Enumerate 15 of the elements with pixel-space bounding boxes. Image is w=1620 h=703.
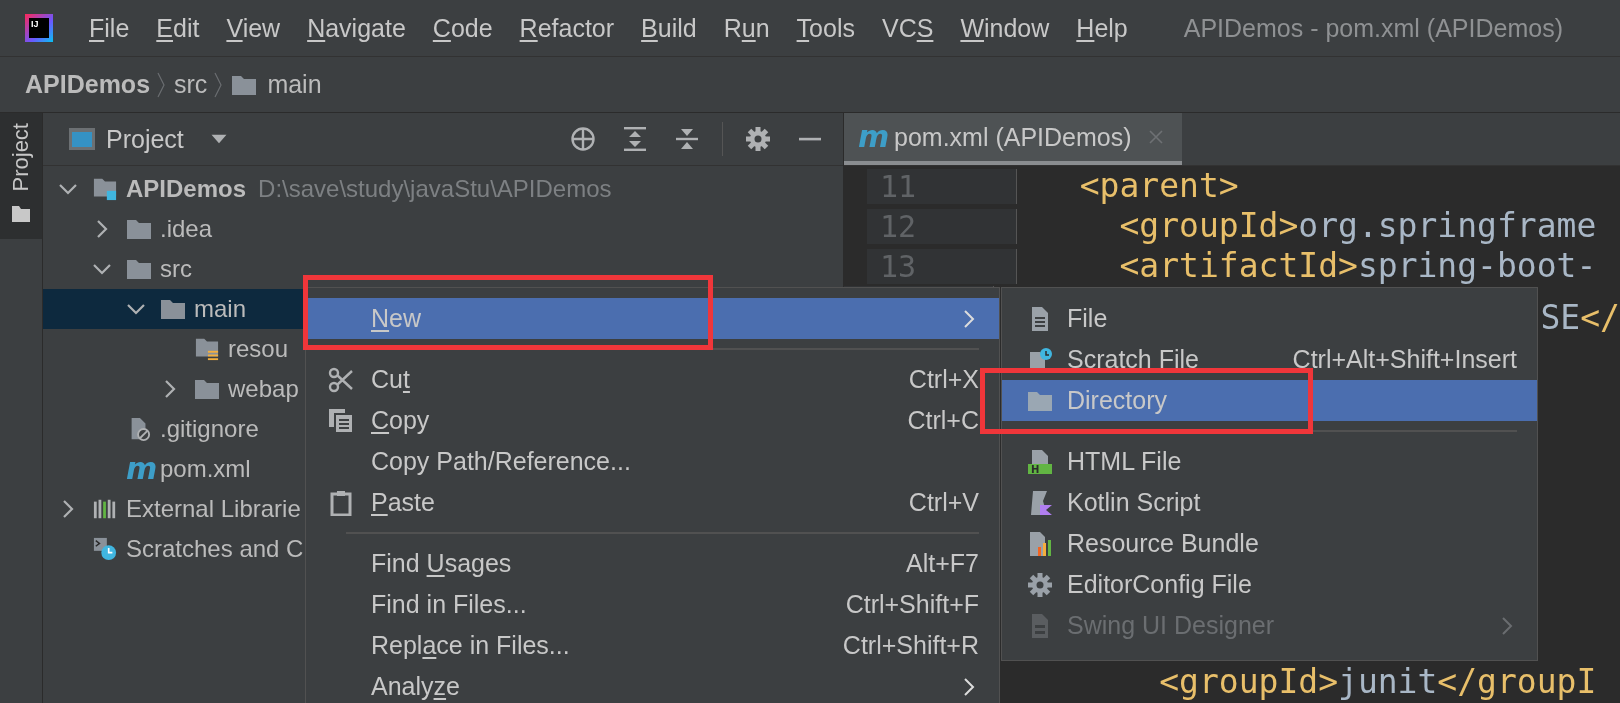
code-line: <parent> [1078, 166, 1239, 206]
shortcut-label: Ctrl+X [908, 365, 980, 394]
shortcut-label: Ctrl+V [908, 488, 980, 517]
shortcut-label: Ctrl+Shift+R [842, 631, 980, 660]
code-line: SE</ [1540, 298, 1620, 338]
shortcut-label: Ctrl+Shift+F [845, 590, 980, 619]
shortcut-label: Ctrl+C [907, 406, 980, 435]
code-line: <artifactId>spring-boot- [1118, 246, 1597, 286]
project-path: D:\save\study\javaStu\APIDemos [258, 175, 612, 203]
shortcut-label: Alt+F7 [906, 549, 980, 578]
window-title: APIDemos - pom.xml (APIDemos) [1183, 13, 1563, 43]
code-line: <groupId>junit</groupI [1158, 662, 1597, 702]
app-logo-icon: IJ [25, 14, 53, 42]
code-line: <groupId>org.springframe [1118, 206, 1597, 246]
shortcut-label: Ctrl+Alt+Shift+Insert [1292, 345, 1518, 374]
